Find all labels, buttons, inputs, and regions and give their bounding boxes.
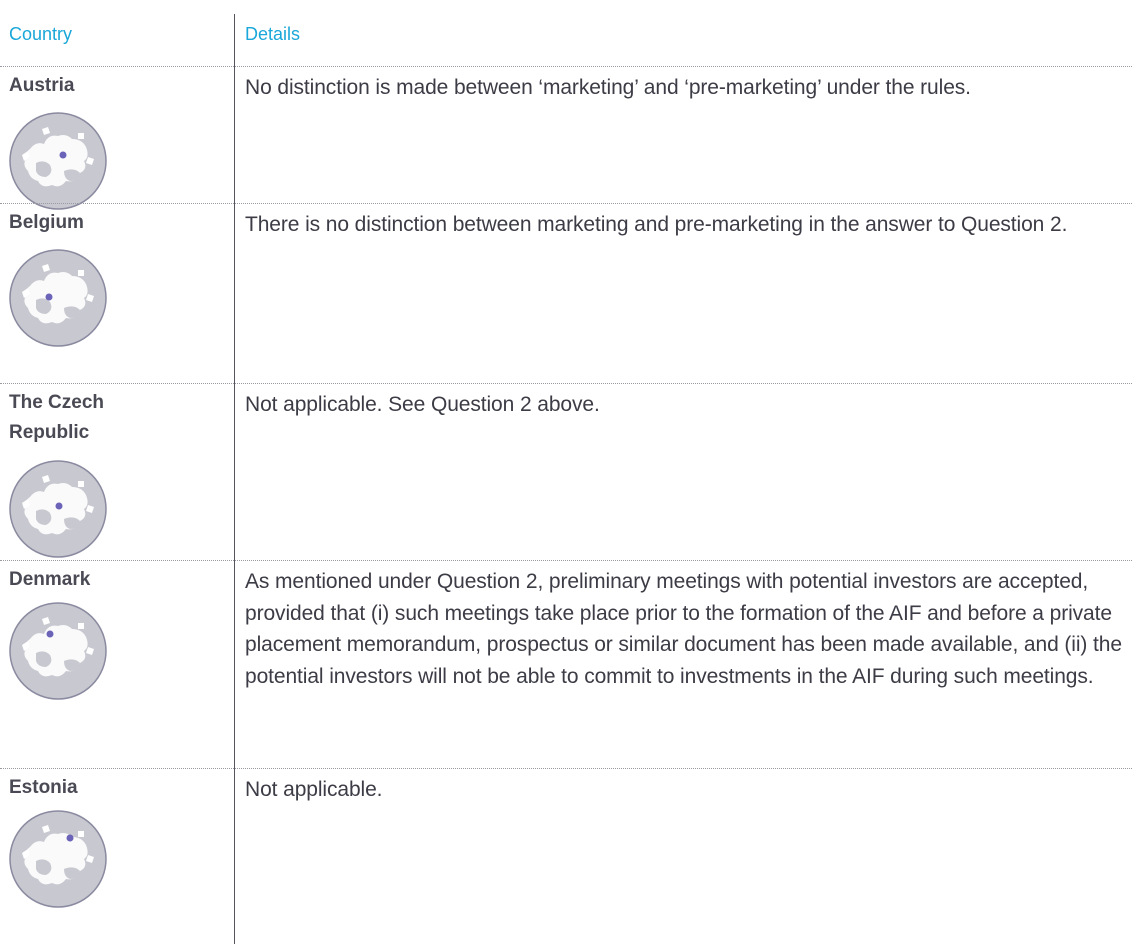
details-text: Not applicable. [245, 778, 383, 801]
table-row-estonia: Estonia Not applicable. [0, 768, 1132, 945]
details-text: There is no distinction between marketin… [245, 213, 1068, 236]
table-row-czech-republic: The Czech Republic Not applicable. See Q… [0, 383, 1132, 561]
column-divider [234, 14, 235, 944]
europe-globe-icon [9, 602, 107, 700]
column-header-country: Country [9, 24, 73, 44]
country-name: Belgium [9, 212, 84, 233]
table-row-denmark: Denmark As mentioned under Question 2, p… [0, 560, 1132, 769]
details-text: No distinction is made between ‘marketin… [245, 76, 971, 99]
column-header-details: Details [245, 24, 301, 44]
europe-globe-icon [9, 249, 107, 347]
country-name: Austria [9, 75, 75, 96]
details-text: As mentioned under Question 2, prelimina… [245, 570, 1122, 688]
country-details-table: Country Details Austria No distinction i… [0, 0, 1132, 944]
country-name: The Czech Republic [9, 392, 105, 443]
table-row-austria: Austria No distinction is made between ‘… [0, 66, 1132, 210]
country-name: Denmark [9, 569, 91, 590]
country-name: Estonia [9, 777, 78, 798]
table-header: Country Details [0, 0, 1132, 66]
table-row-belgium: Belgium There is no distinction between … [0, 203, 1132, 384]
europe-globe-icon [9, 460, 107, 558]
europe-globe-icon [9, 112, 107, 210]
europe-globe-icon [9, 810, 107, 908]
details-text: Not applicable. See Question 2 above. [245, 393, 600, 416]
